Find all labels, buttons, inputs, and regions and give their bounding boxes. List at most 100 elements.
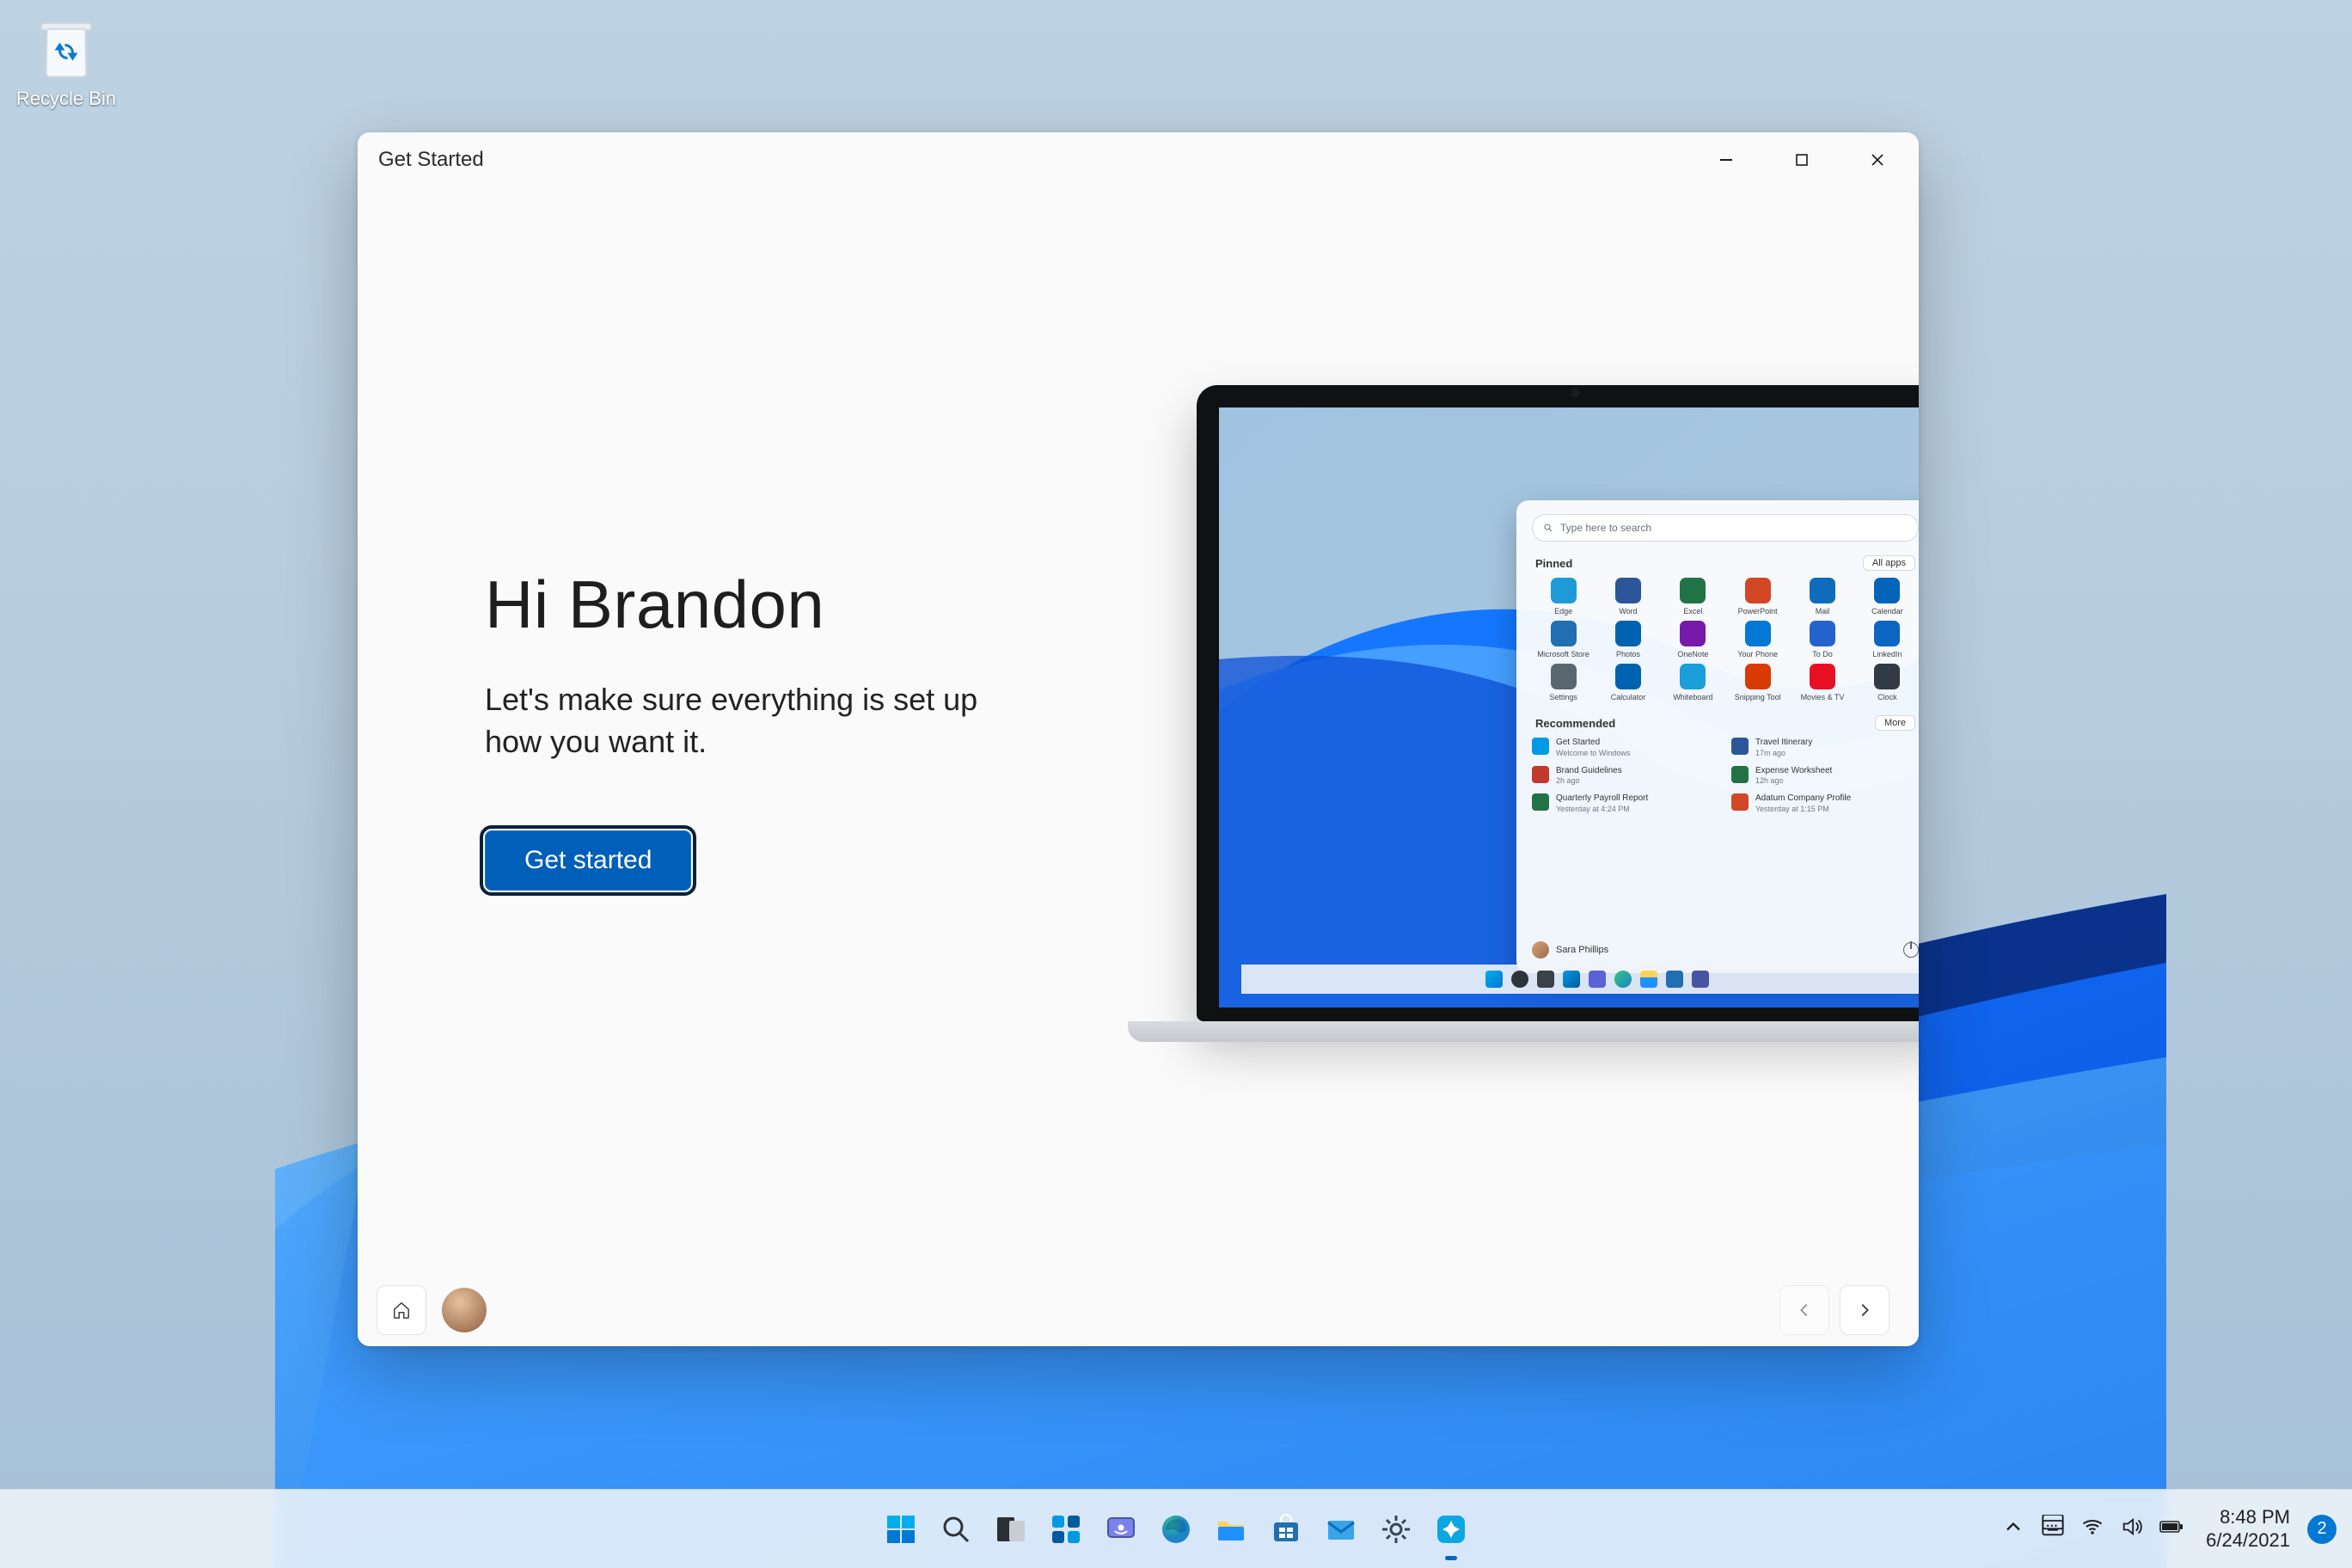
- pinned-app: Excel: [1662, 578, 1724, 616]
- app-icon: [1745, 664, 1771, 689]
- taskbar-mail-button[interactable]: [1319, 1507, 1363, 1552]
- next-button[interactable]: [1840, 1285, 1890, 1335]
- pinned-app: To Do: [1791, 621, 1853, 658]
- maximize-button[interactable]: [1764, 136, 1840, 184]
- rec-title: Get Started: [1556, 738, 1630, 749]
- pinned-app: OneNote: [1662, 621, 1724, 658]
- app-name: Whiteboard: [1673, 693, 1712, 701]
- recycle-bin-label: Recycle Bin: [10, 88, 122, 110]
- app-name: Excel: [1683, 607, 1702, 616]
- taskbar-file-explorer-button[interactable]: [1209, 1507, 1253, 1552]
- app-icon: [1745, 621, 1771, 646]
- app-name: Calendar: [1871, 607, 1903, 616]
- illustration-user-name: Sara Phillips: [1556, 945, 1608, 955]
- app-icon: [1810, 664, 1835, 689]
- taskbar-search-button[interactable]: [934, 1507, 978, 1552]
- app-name: OneNote: [1677, 650, 1708, 658]
- pinned-app: Whiteboard: [1662, 664, 1724, 701]
- app-name: To Do: [1812, 650, 1833, 658]
- file-icon: [1731, 793, 1749, 811]
- taskbar-settings-button[interactable]: [1374, 1507, 1418, 1552]
- app-name: Mail: [1816, 607, 1830, 616]
- taskbar-widgets-button[interactable]: [1044, 1507, 1088, 1552]
- taskbar-task-view-button[interactable]: [989, 1507, 1033, 1552]
- app-name: Settings: [1549, 693, 1577, 701]
- app-icon: [1615, 621, 1641, 646]
- titlebar[interactable]: Get Started: [358, 132, 1919, 187]
- hero-illustration: Type here to search Pinned All apps Edge…: [1128, 385, 1919, 1073]
- notification-count: 2: [2317, 1519, 2326, 1539]
- taskbar-chat-button[interactable]: [1099, 1507, 1143, 1552]
- rec-subtitle: Welcome to Windows: [1556, 749, 1630, 757]
- app-icon: [1551, 664, 1577, 689]
- taskbar-clock[interactable]: 8:48 PM 6/24/2021: [2206, 1506, 2290, 1552]
- touch-keyboard-icon[interactable]: [2041, 1515, 2065, 1543]
- clock-time: 8:48 PM: [2220, 1506, 2290, 1528]
- wifi-icon[interactable]: [2080, 1515, 2104, 1543]
- avatar-icon: [1532, 941, 1549, 959]
- taskbar-store-button[interactable]: [1264, 1507, 1308, 1552]
- pinned-app: Movies & TV: [1791, 664, 1853, 701]
- taskbar-edge-button[interactable]: [1154, 1507, 1198, 1552]
- taskbar-start-button[interactable]: [879, 1507, 923, 1552]
- pinned-app: Mail: [1791, 578, 1853, 616]
- get-started-button[interactable]: Get started: [485, 830, 691, 891]
- app-name: Photos: [1616, 650, 1640, 658]
- home-button[interactable]: [377, 1285, 426, 1335]
- app-icon: [1551, 621, 1577, 646]
- rec-title: Adatum Company Profile: [1755, 793, 1851, 805]
- minimize-button[interactable]: [1688, 136, 1764, 184]
- notification-badge[interactable]: 2: [2307, 1515, 2337, 1544]
- pinned-app: Photos: [1596, 621, 1659, 658]
- file-icon: [1532, 793, 1549, 811]
- taskbar-get-started-button[interactable]: [1429, 1507, 1473, 1552]
- pinned-app: Word: [1596, 578, 1659, 616]
- window-footer: [358, 1274, 1919, 1346]
- pinned-app: Your Phone: [1726, 621, 1789, 658]
- rec-subtitle: 17m ago: [1755, 749, 1812, 757]
- pinned-label: Pinned: [1535, 557, 1572, 570]
- app-name: Your Phone: [1737, 650, 1778, 658]
- volume-icon[interactable]: [2120, 1515, 2144, 1543]
- pinned-app: Edge: [1532, 578, 1595, 616]
- more-chip: More: [1875, 715, 1915, 731]
- app-icon: [1810, 621, 1835, 646]
- window-title: Get Started: [378, 148, 484, 172]
- pinned-app: Settings: [1532, 664, 1595, 701]
- pinned-app: Microsoft Store: [1532, 621, 1595, 658]
- clock-date: 6/24/2021: [2206, 1529, 2290, 1552]
- file-icon: [1532, 738, 1549, 755]
- rec-subtitle: Yesterday at 1:15 PM: [1755, 805, 1851, 813]
- window-content: Hi Brandon Let's make sure everything is…: [358, 187, 1919, 1274]
- back-button[interactable]: [1779, 1285, 1829, 1335]
- rec-subtitle: 12h ago: [1755, 776, 1832, 785]
- app-name: LinkedIn: [1872, 650, 1902, 658]
- subheadline: Let's make sure everything is set up how…: [485, 679, 1018, 763]
- tray-overflow-chevron-icon[interactable]: [2001, 1515, 2025, 1543]
- app-name: Movies & TV: [1801, 693, 1845, 701]
- pinned-app: Clock: [1856, 664, 1919, 701]
- recommended-item: Brand Guidelines2h ago: [1532, 766, 1719, 786]
- app-icon: [1874, 664, 1900, 689]
- pinned-app: PowerPoint: [1726, 578, 1789, 616]
- close-button[interactable]: [1840, 136, 1915, 184]
- app-name: Word: [1619, 607, 1637, 616]
- battery-icon[interactable]: [2159, 1515, 2184, 1543]
- pinned-app: Snipping Tool: [1726, 664, 1789, 701]
- illustration-taskbar: [1241, 965, 1919, 994]
- file-icon: [1731, 766, 1749, 783]
- app-name: Microsoft Store: [1537, 650, 1589, 658]
- all-apps-chip: All apps: [1863, 555, 1915, 571]
- user-avatar[interactable]: [442, 1288, 487, 1332]
- recommended-item: Get StartedWelcome to Windows: [1532, 738, 1719, 757]
- illustration-search-box: Type here to search: [1532, 514, 1919, 542]
- app-icon: [1680, 621, 1706, 646]
- illustration-search-placeholder: Type here to search: [1560, 522, 1651, 534]
- desktop-icon-recycle-bin[interactable]: Recycle Bin: [10, 14, 122, 110]
- app-icon: [1551, 578, 1577, 603]
- app-icon: [1874, 578, 1900, 603]
- app-icon: [1680, 664, 1706, 689]
- pinned-app: Calculator: [1596, 664, 1659, 701]
- rec-title: Expense Worksheet: [1755, 766, 1832, 777]
- app-name: PowerPoint: [1738, 607, 1778, 616]
